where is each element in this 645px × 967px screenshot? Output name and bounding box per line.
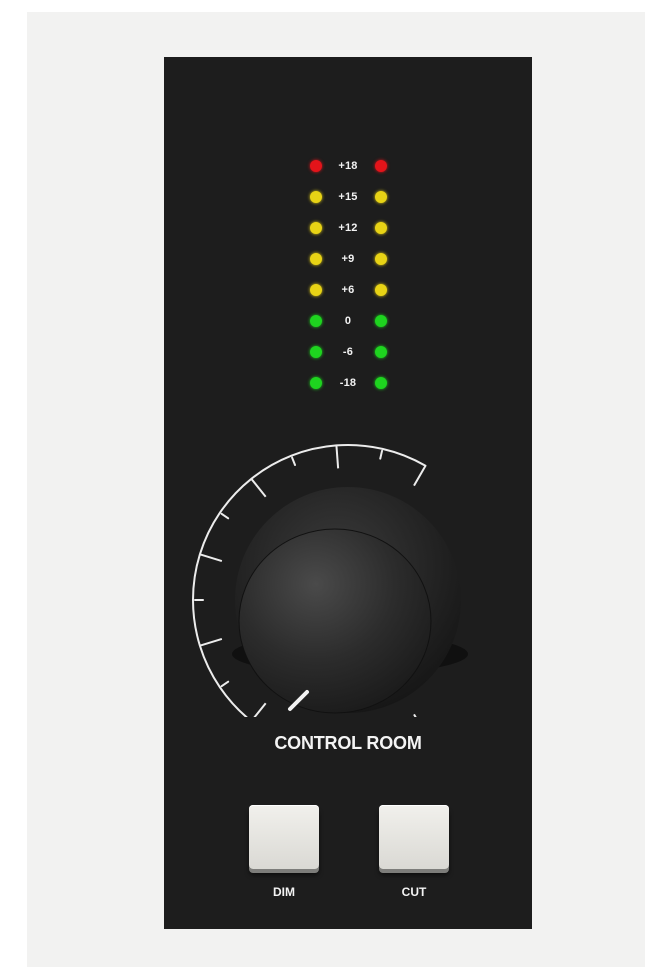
meter-scale-label: -18 <box>339 377 357 389</box>
meter-scale-label: +18 <box>338 160 358 172</box>
meter-row: -6 <box>164 342 532 362</box>
right-channel-led <box>375 222 387 234</box>
right-channel-led <box>375 191 387 203</box>
right-channel-led <box>375 160 387 172</box>
cut-button-label: CUT <box>401 885 427 899</box>
left-channel-led <box>310 377 322 389</box>
meter-scale-label: +9 <box>341 253 355 265</box>
meter-row: +6 <box>164 280 532 300</box>
level-meter: +18 +15 +12 +9 +6 0 -6 -18 <box>164 57 532 477</box>
left-channel-led <box>310 191 322 203</box>
scale-tick <box>220 680 230 688</box>
left-channel-led <box>310 346 322 358</box>
left-channel-led <box>310 222 322 234</box>
left-channel-led <box>310 160 322 172</box>
scale-tick <box>379 449 384 460</box>
right-channel-led <box>375 346 387 358</box>
meter-row: +15 <box>164 187 532 207</box>
dim-button-label: DIM <box>273 885 295 899</box>
meter-row: +12 <box>164 218 532 238</box>
left-channel-led <box>310 253 322 265</box>
right-channel-led <box>375 284 387 296</box>
left-channel-led <box>310 315 322 327</box>
volume-knob-assembly[interactable] <box>164 417 532 717</box>
dim-button[interactable] <box>249 805 319 869</box>
meter-row: +18 <box>164 156 532 176</box>
meter-scale-label: +12 <box>338 222 358 234</box>
meter-scale-label: 0 <box>344 315 352 327</box>
meter-scale-label: +6 <box>341 284 355 296</box>
scale-tick <box>220 512 230 520</box>
meter-row: +9 <box>164 249 532 269</box>
section-title: CONTROL ROOM <box>274 733 422 753</box>
right-channel-led <box>375 377 387 389</box>
right-channel-led <box>375 253 387 265</box>
meter-scale-label: +15 <box>338 191 358 203</box>
cut-button[interactable] <box>379 805 449 869</box>
meter-row: 0 <box>164 311 532 331</box>
control-room-panel: +18 +15 +12 +9 +6 0 -6 -18 CONTROL ROOM … <box>164 57 532 929</box>
meter-row: -18 <box>164 373 532 393</box>
scale-tick <box>291 456 297 467</box>
left-channel-led <box>310 284 322 296</box>
volume-knob[interactable] <box>238 528 432 714</box>
right-channel-led <box>375 315 387 327</box>
meter-scale-label: -6 <box>342 346 354 358</box>
